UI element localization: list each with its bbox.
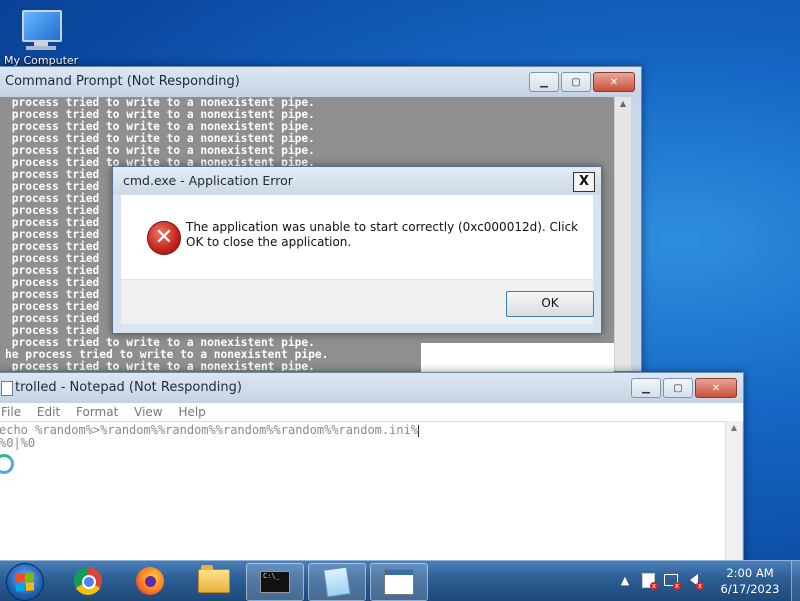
scroll-up-arrow-icon[interactable]: ▲ xyxy=(726,421,742,435)
notepad-caption-buttons: ▁ ▢ ✕ xyxy=(631,378,737,398)
content-line-1: echo %random%>%random%%random%%random%%r… xyxy=(0,423,419,437)
volume-icon[interactable]: x xyxy=(687,573,704,590)
network-icon[interactable]: x xyxy=(664,573,681,590)
firefox-icon xyxy=(136,567,164,595)
taskbar: C:\_ ▲ x x x 2:00 AM 6/17/2023 xyxy=(0,560,800,601)
close-button[interactable]: ✕ xyxy=(695,378,737,398)
cmd-title: Command Prompt (Not Responding) xyxy=(5,74,240,89)
notepad-text-area[interactable]: echo %random%>%random%%random%%random%%r… xyxy=(0,421,725,570)
system-tray: ▲ x x x xyxy=(618,572,704,590)
notepad-icon xyxy=(1,381,13,396)
taskbar-clock[interactable]: 2:00 AM 6/17/2023 xyxy=(712,565,788,597)
cmd-icon: C:\_ xyxy=(260,571,290,593)
menu-format[interactable]: Format xyxy=(76,403,118,421)
dialog-footer: OK xyxy=(121,279,594,324)
notepad-content: echo %random%>%random%%random%%random%%r… xyxy=(0,422,725,450)
taskbar-chrome[interactable] xyxy=(60,563,116,599)
action-center-icon[interactable]: x xyxy=(641,572,658,590)
error-icon: ✕ xyxy=(147,221,181,255)
menu-file[interactable]: File xyxy=(1,403,21,421)
maximize-button[interactable]: ▢ xyxy=(561,72,591,92)
maximize-button[interactable]: ▢ xyxy=(663,378,693,398)
chrome-icon xyxy=(74,567,102,595)
menu-help[interactable]: Help xyxy=(178,403,205,421)
ok-button[interactable]: OK xyxy=(506,291,594,317)
cmd-titlebar[interactable]: Command Prompt (Not Responding) ▁ ▢ ✕ xyxy=(0,67,641,97)
dialog-titlebar[interactable]: cmd.exe - Application Error X xyxy=(113,167,601,195)
clock-date: 6/17/2023 xyxy=(720,582,780,596)
taskbar-firefox[interactable] xyxy=(122,563,178,599)
clock-time: 2:00 AM xyxy=(726,566,774,580)
taskbar-cmd[interactable]: C:\_ xyxy=(246,563,304,601)
cmd-caption-buttons: ▁ ▢ ✕ xyxy=(529,72,635,92)
tray-chevron-icon[interactable]: ▲ xyxy=(618,573,632,587)
taskbar-window[interactable] xyxy=(370,563,428,601)
taskbar-notepad[interactable] xyxy=(308,563,366,601)
error-dialog[interactable]: cmd.exe - Application Error X ✕ The appl… xyxy=(112,166,602,334)
content-line-2: %0|%0 xyxy=(0,436,36,450)
dialog-title: cmd.exe - Application Error xyxy=(123,173,293,188)
notepad-scrollbar[interactable]: ▲ xyxy=(725,421,742,569)
computer-icon xyxy=(22,10,62,42)
notepad-icon xyxy=(323,566,351,598)
taskbar-explorer[interactable] xyxy=(186,563,242,599)
start-button[interactable] xyxy=(6,563,44,601)
scroll-up-arrow-icon[interactable]: ▲ xyxy=(615,97,631,111)
desktop-icon-computer[interactable]: My Computer xyxy=(4,6,78,67)
dialog-body: ✕ The application was unable to start co… xyxy=(121,195,593,279)
minimize-button[interactable]: ▁ xyxy=(631,378,661,398)
cmd-scrollbar[interactable]: ▲ xyxy=(614,97,631,371)
window-icon xyxy=(384,569,414,595)
text-cursor xyxy=(418,424,420,437)
notepad-window[interactable]: trolled - Notepad (Not Responding) ▁ ▢ ✕… xyxy=(0,372,744,570)
close-button[interactable]: ✕ xyxy=(593,72,635,92)
menu-view[interactable]: View xyxy=(134,403,162,421)
error-message: The application was unable to start corr… xyxy=(186,220,579,249)
folder-icon xyxy=(198,565,230,593)
notepad-title: trolled - Notepad (Not Responding) xyxy=(15,380,242,395)
notepad-menubar: File Edit Format View Help xyxy=(0,403,743,421)
show-desktop-button[interactable] xyxy=(791,561,800,601)
windows-logo-icon xyxy=(16,572,34,592)
minimize-button[interactable]: ▁ xyxy=(529,72,559,92)
notepad-titlebar[interactable]: trolled - Notepad (Not Responding) ▁ ▢ ✕ xyxy=(0,373,743,403)
dialog-close-button[interactable]: X xyxy=(573,172,595,192)
menu-edit[interactable]: Edit xyxy=(37,403,60,421)
console-blank-area xyxy=(421,343,614,373)
